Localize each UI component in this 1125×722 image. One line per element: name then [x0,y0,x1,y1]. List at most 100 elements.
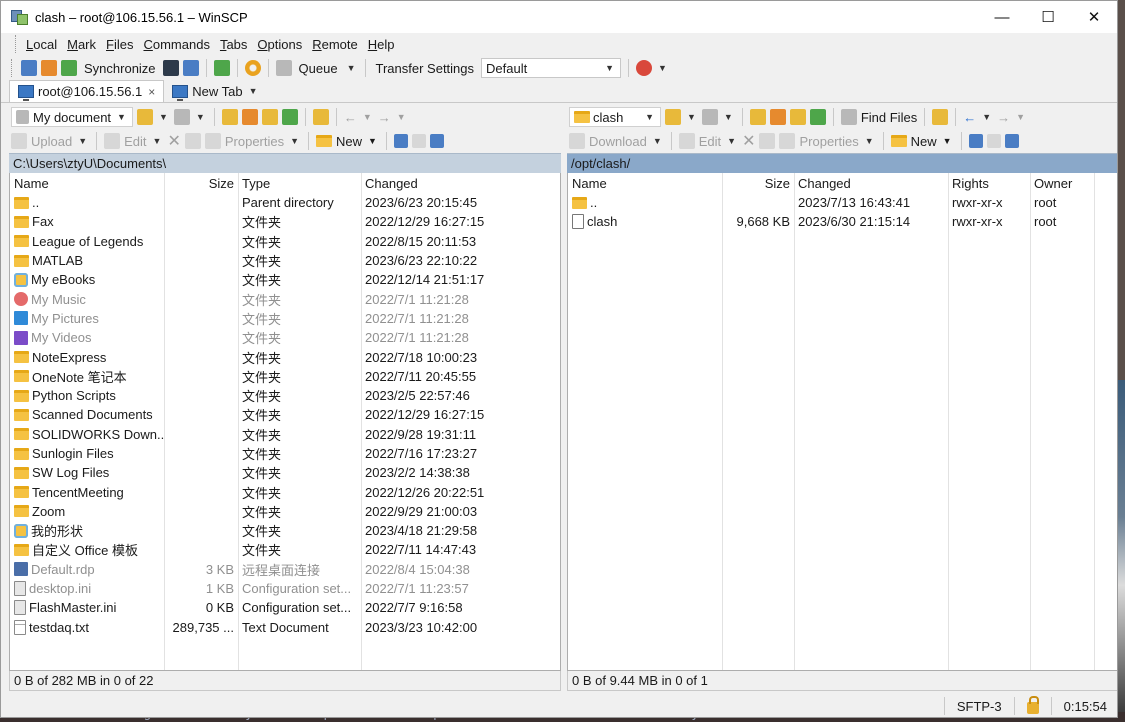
table-row[interactable]: My Pictures 文件夹 2022/7/1 11:21:28 [10,309,560,328]
column-header-name[interactable]: Name [568,176,722,191]
table-row[interactable]: SOLIDWORKS Down... 文件夹 2022/9/28 19:31:11 [10,425,560,444]
transfer-options-icon[interactable] [636,60,653,76]
download-dropdown[interactable]: ▼ [651,136,664,146]
properties-dropdown[interactable]: ▼ [288,136,301,146]
table-row[interactable]: .. 2023/7/13 16:43:41 rwxr-xr-x root [568,193,1117,212]
tree-icon[interactable] [932,109,949,125]
upload-dropdown[interactable]: ▼ [76,136,89,146]
home-icon[interactable] [789,109,806,125]
menu-files[interactable]: Files [101,37,138,52]
root-directory-icon[interactable] [241,109,258,125]
back-arrow-icon[interactable]: ← [963,110,976,125]
column-header-changed[interactable]: Changed [794,176,948,191]
column-header-name[interactable]: Name [10,176,164,191]
table-row[interactable]: Sunlogin Files 文件夹 2022/7/16 17:23:27 [10,444,560,463]
remote-location-combo[interactable]: clash ▼ [569,107,661,127]
rename-icon[interactable] [184,133,201,149]
delete-icon[interactable]: ✕ [167,131,180,151]
open-directory-dropdown[interactable]: ▼ [685,112,698,122]
table-row[interactable]: Python Scripts 文件夹 2023/2/5 22:57:46 [10,386,560,405]
minimize-button[interactable]: — [979,1,1025,33]
remote-path-bar[interactable]: /opt/clash/ [567,153,1117,173]
parent-directory-icon[interactable] [221,109,238,125]
tab-session[interactable]: root@106.15.56.1 × [9,80,165,102]
table-row[interactable]: Default.rdp 3 KB 远程桌面连接 2022/8/4 15:04:38 [10,560,560,579]
menu-remote[interactable]: Remote [307,37,363,52]
compare-directories-icon[interactable] [21,60,37,76]
synchronize-button[interactable]: Synchronize [81,61,159,76]
putty-icon[interactable] [182,60,199,76]
tree-icon[interactable] [312,109,329,125]
preferences-gear-icon[interactable] [244,60,261,76]
filter-dropdown[interactable]: ▼ [722,112,735,122]
select-plus-icon[interactable] [393,134,408,148]
filter-dropdown[interactable]: ▼ [194,112,207,122]
properties-button[interactable]: Properties [799,134,858,149]
back-dropdown[interactable]: ▼ [361,112,374,122]
new-dropdown[interactable]: ▼ [366,136,379,146]
select-all-filter-icon[interactable] [1004,134,1019,148]
forward-dropdown[interactable]: ▼ [395,112,408,122]
new-button[interactable]: New [336,134,362,149]
table-row[interactable]: testdaq.txt 289,735 ... Text Document 2023/… [10,618,560,637]
forward-dropdown[interactable]: ▼ [1014,112,1027,122]
forward-arrow-icon[interactable]: → [378,110,391,125]
table-row[interactable]: My Music 文件夹 2022/7/1 11:21:28 [10,289,560,308]
new-dropdown[interactable]: ▼ [941,136,954,146]
local-location-combo[interactable]: My document ▼ [11,107,133,127]
table-row[interactable]: 我的形状 文件夹 2023/4/18 21:29:58 [10,521,560,540]
local-file-list[interactable]: Name Size Type Changed .. Parent director… [9,173,561,671]
back-dropdown[interactable]: ▼ [980,112,993,122]
properties-button[interactable]: Properties [225,134,284,149]
properties-dropdown[interactable]: ▼ [863,136,876,146]
select-plus-icon[interactable] [968,134,983,148]
unselect-minus-icon[interactable] [986,134,1001,148]
table-row[interactable]: My Videos 文件夹 2022/7/1 11:21:28 [10,328,560,347]
edit-dropdown[interactable]: ▼ [151,136,164,146]
edit-dropdown[interactable]: ▼ [725,136,738,146]
filter-icon[interactable] [701,109,718,125]
root-directory-icon[interactable] [769,109,786,125]
home-icon[interactable] [261,109,278,125]
menu-local[interactable]: Local [21,37,62,52]
open-terminal-icon[interactable] [162,60,179,76]
column-header-size[interactable]: Size [164,176,238,191]
remote-file-list[interactable]: Name Size Changed Rights Owner .. 2023/7/… [567,173,1117,671]
forward-arrow-icon[interactable]: → [997,110,1010,125]
parent-directory-icon[interactable] [749,109,766,125]
column-header-rights[interactable]: Rights [948,176,1030,191]
refresh-icon[interactable] [213,60,230,76]
menu-tabs[interactable]: Tabs [215,37,252,52]
edit-button[interactable]: Edit [124,134,146,149]
menu-mark[interactable]: Mark [62,37,101,52]
table-row[interactable]: SW Log Files 文件夹 2023/2/2 14:38:38 [10,463,560,482]
open-directory-icon[interactable] [136,109,153,125]
menu-options[interactable]: Options [252,37,307,52]
column-header-changed[interactable]: Changed [361,176,551,191]
filter-icon[interactable] [173,109,190,125]
unselect-minus-icon[interactable] [411,134,426,148]
refresh-icon[interactable] [809,109,826,125]
table-row[interactable]: NoteExpress 文件夹 2022/7/18 10:00:23 [10,347,560,366]
transfer-options-dropdown[interactable]: ▼ [656,63,669,73]
open-directory-dropdown[interactable]: ▼ [157,112,170,122]
table-row[interactable]: Zoom 文件夹 2022/9/29 21:00:03 [10,502,560,521]
back-arrow-icon[interactable]: ← [344,110,357,125]
tab-close-icon[interactable]: × [148,85,155,99]
table-row[interactable]: FlashMaster.ini 0 KB Configuration set... 2… [10,598,560,617]
table-row[interactable]: My eBooks 文件夹 2022/12/14 21:51:17 [10,270,560,289]
edit-button[interactable]: Edit [699,134,721,149]
synchronize-browsing-icon[interactable] [41,60,57,76]
tab-new[interactable]: New Tab ▼ [164,80,267,102]
upload-button[interactable]: Upload [31,134,72,149]
column-header-type[interactable]: Type [238,176,361,191]
table-row[interactable]: 自定义 Office 模板 文件夹 2022/7/11 14:47:43 [10,540,560,559]
table-row[interactable]: Fax 文件夹 2022/12/29 16:27:15 [10,212,560,231]
encryption-lock-icon[interactable] [1013,696,1051,715]
table-row[interactable]: Scanned Documents 文件夹 2022/12/29 16:27:15 [10,405,560,424]
menu-commands[interactable]: Commands [138,37,214,52]
new-tab-dropdown[interactable]: ▼ [247,86,260,96]
table-row[interactable]: League of Legends 文件夹 2022/8/15 20:11:53 [10,232,560,251]
column-header-owner[interactable]: Owner [1030,176,1094,191]
table-row[interactable]: TencentMeeting 文件夹 2022/12/26 20:22:51 [10,482,560,501]
